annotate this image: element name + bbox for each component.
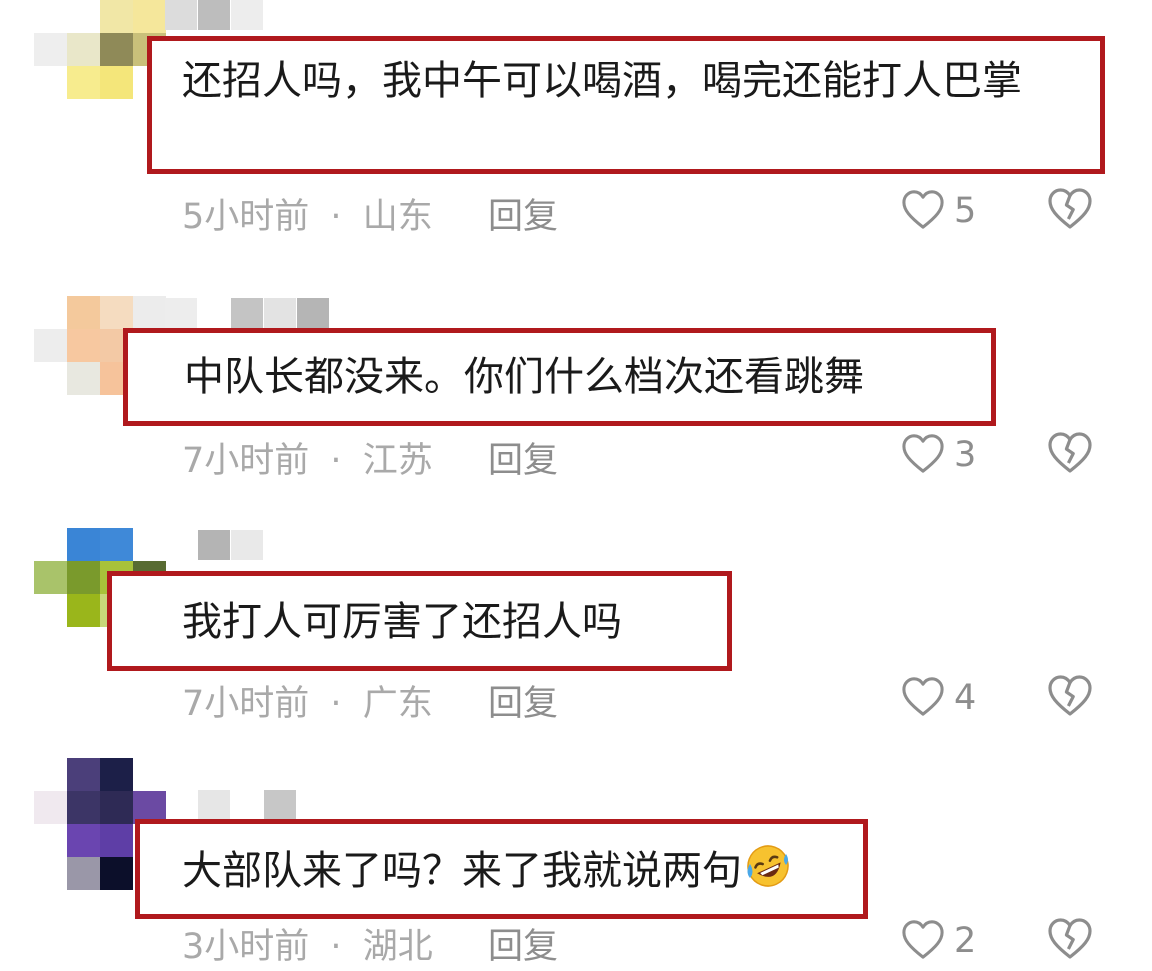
comment-meta: 7小时前 · 广东 (182, 675, 433, 726)
reply-button[interactable]: 回复 (488, 432, 558, 483)
heart-icon (900, 675, 946, 721)
comment-text: 还招人吗，我中午可以喝酒，喝完还能打人巴掌 (182, 58, 1022, 104)
username[interactable] (165, 298, 335, 328)
like-count: 5 (954, 191, 977, 231)
like-button[interactable]: 5 (900, 188, 976, 234)
like-count: 4 (954, 678, 977, 718)
username[interactable] (198, 790, 368, 820)
comment-time: 7小时前 (182, 684, 310, 724)
comment-meta: 7小时前 · 江苏 (182, 432, 433, 483)
comment-highlight-box: 还招人吗，我中午可以喝酒，喝完还能打人巴掌 (147, 36, 1105, 174)
dislike-button[interactable] (1046, 916, 1094, 964)
dislike-button[interactable] (1046, 430, 1094, 478)
comment-highlight-box: 我打人可厉害了还招人吗 (107, 571, 732, 671)
comment-highlight-box: 中队长都没来。你们什么档次还看跳舞 (123, 328, 996, 426)
comment-meta: 5小时前 · 山东 (182, 188, 433, 239)
dislike-button[interactable] (1046, 673, 1094, 721)
broken-heart-icon (1046, 918, 1094, 964)
avatar[interactable] (34, 0, 166, 100)
like-button[interactable]: 2 (900, 918, 976, 964)
username[interactable] (165, 0, 335, 30)
comment-location: 山东 (362, 197, 433, 237)
like-button[interactable]: 4 (900, 675, 976, 721)
comment-text-body: 大部队来了吗？来了我就说两句 (182, 848, 742, 894)
comment-highlight-box: 大部队来了吗？来了我就说两句 (135, 819, 868, 919)
reply-button[interactable]: 回复 (488, 675, 558, 726)
heart-icon (900, 188, 946, 234)
meta-separator: · (330, 684, 342, 724)
comment-time: 5小时前 (182, 197, 310, 237)
heart-icon (900, 918, 946, 964)
comment-time: 3小时前 (182, 927, 310, 967)
comment-text: 大部队来了吗？来了我就说两句 (182, 842, 792, 905)
heart-icon (900, 432, 946, 478)
meta-separator: · (330, 197, 342, 237)
meta-separator: · (330, 927, 342, 967)
comment-location: 广东 (362, 684, 433, 724)
comment-text: 中队长都没来。你们什么档次还看跳舞 (184, 354, 864, 400)
dislike-button[interactable] (1046, 186, 1094, 234)
like-count: 3 (954, 435, 977, 475)
like-button[interactable]: 3 (900, 432, 976, 478)
like-count: 2 (954, 921, 977, 961)
broken-heart-icon (1046, 188, 1094, 234)
comment-location: 湖北 (362, 927, 433, 967)
broken-heart-icon (1046, 432, 1094, 478)
comment-meta: 3小时前 · 湖北 (182, 918, 433, 969)
reply-button[interactable]: 回复 (488, 188, 558, 239)
reply-button[interactable]: 回复 (488, 918, 558, 969)
rolling-on-floor-laughing-emoji (744, 842, 792, 905)
broken-heart-icon (1046, 675, 1094, 721)
username[interactable] (198, 530, 368, 560)
comment-text: 我打人可厉害了还招人吗 (182, 599, 622, 645)
comment-time: 7小时前 (182, 441, 310, 481)
meta-separator: · (330, 441, 342, 481)
comment-location: 江苏 (362, 441, 433, 481)
